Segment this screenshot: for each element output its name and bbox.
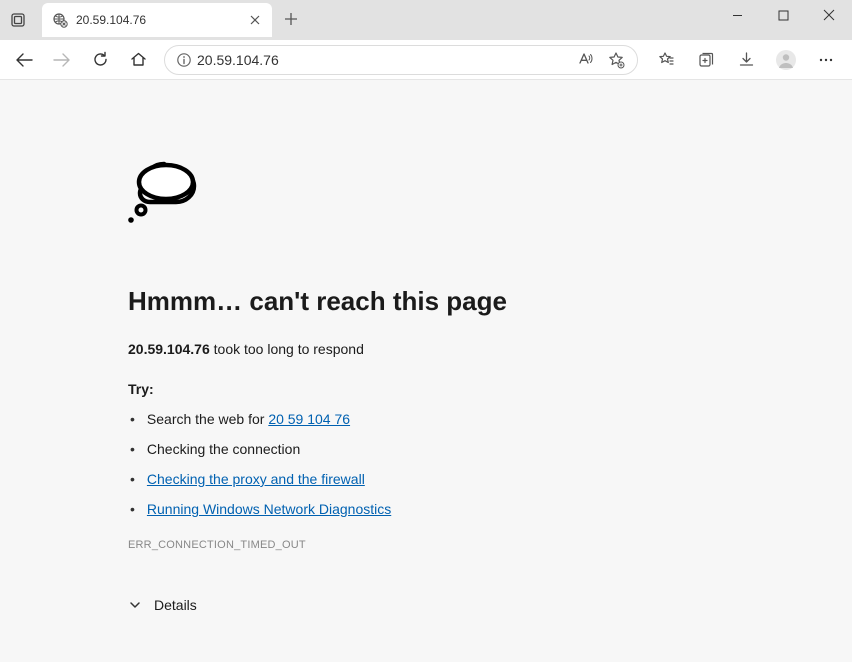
page-content: Hmmm… can't reach this page 20.59.104.76… <box>0 80 852 662</box>
tab-actions-icon <box>10 12 26 28</box>
back-button[interactable] <box>6 44 42 76</box>
downloads-button[interactable] <box>726 44 766 76</box>
collections-icon <box>697 51 715 69</box>
window-controls <box>714 0 852 40</box>
chevron-down-icon <box>128 598 142 612</box>
maximize-button[interactable] <box>760 0 806 30</box>
titlebar-left: 20.59.104.76 <box>0 0 306 40</box>
new-tab-button[interactable] <box>276 4 306 34</box>
toolbar-right <box>646 44 846 76</box>
more-icon <box>818 52 834 68</box>
tab-title: 20.59.104.76 <box>76 13 246 27</box>
download-icon <box>738 51 755 68</box>
try-search-prefix: Search the web for <box>147 411 268 427</box>
close-icon <box>250 15 260 25</box>
try-item-search: Search the web for 20 59 104 76 <box>128 411 852 427</box>
profile-button[interactable] <box>766 44 806 76</box>
try-label: Try: <box>128 381 852 397</box>
address-bar[interactable] <box>164 45 638 75</box>
plus-icon <box>284 12 298 26</box>
tab-actions-button[interactable] <box>0 0 36 40</box>
error-cloud-icon <box>128 158 852 226</box>
proxy-firewall-link[interactable]: Checking the proxy and the firewall <box>147 471 365 487</box>
close-icon <box>823 9 835 21</box>
try-item-diagnostics: Running Windows Network Diagnostics <box>128 501 852 517</box>
host-message: took too long to respond <box>210 341 364 357</box>
error-code: ERR_CONNECTION_TIMED_OUT <box>128 539 852 551</box>
read-aloud-icon <box>576 51 593 68</box>
url-input[interactable] <box>197 52 569 68</box>
minimize-icon <box>732 10 743 21</box>
try-item-proxy: Checking the proxy and the firewall <box>128 471 852 487</box>
star-lines-icon <box>657 51 675 69</box>
home-icon <box>130 51 147 68</box>
back-arrow-icon <box>15 51 33 69</box>
maximize-icon <box>778 10 789 21</box>
toolbar <box>0 40 852 80</box>
collections-button[interactable] <box>686 44 726 76</box>
refresh-button[interactable] <box>82 44 118 76</box>
try-item-connection: Checking the connection <box>128 441 852 457</box>
error-headline: Hmmm… can't reach this page <box>128 286 852 317</box>
details-label: Details <box>154 597 197 613</box>
try-list: Search the web for 20 59 104 76 Checking… <box>128 411 852 517</box>
network-diagnostics-link[interactable]: Running Windows Network Diagnostics <box>147 501 391 517</box>
favorite-button[interactable] <box>601 46 631 74</box>
browser-tab[interactable]: 20.59.104.76 <box>42 3 272 37</box>
menu-button[interactable] <box>806 44 846 76</box>
info-icon <box>176 52 192 68</box>
details-toggle[interactable]: Details <box>128 597 852 613</box>
favorites-button[interactable] <box>646 44 686 76</box>
search-web-link[interactable]: 20 59 104 76 <box>268 411 350 427</box>
error-subline: 20.59.104.76 took too long to respond <box>128 341 852 357</box>
profile-icon <box>775 49 797 71</box>
failed-host: 20.59.104.76 <box>128 341 210 357</box>
site-info-button[interactable] <box>171 52 197 68</box>
try-conn-text: Checking the connection <box>147 441 300 457</box>
close-window-button[interactable] <box>806 0 852 30</box>
refresh-icon <box>92 51 109 68</box>
forward-button <box>44 44 80 76</box>
minimize-button[interactable] <box>714 0 760 30</box>
forward-arrow-icon <box>53 51 71 69</box>
titlebar: 20.59.104.76 <box>0 0 852 40</box>
tab-close-button[interactable] <box>246 11 264 29</box>
read-aloud-button[interactable] <box>569 46 599 74</box>
home-button[interactable] <box>120 44 156 76</box>
star-add-icon <box>607 51 625 69</box>
tab-favicon <box>52 12 68 28</box>
